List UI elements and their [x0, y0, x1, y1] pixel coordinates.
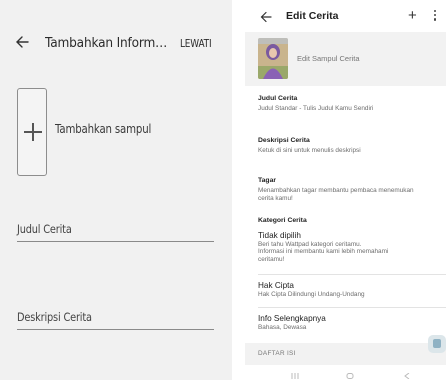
- edit-cover-row[interactable]: Edit Sampul Cerita: [245, 32, 446, 86]
- story-title-field[interactable]: Judul Cerita: [17, 212, 214, 242]
- story-title-value: Judul Standar - Tulis Judul Kamu Sendiri: [258, 105, 374, 112]
- recent-apps-icon[interactable]: [291, 373, 299, 379]
- plus-icon[interactable]: +: [408, 8, 417, 23]
- category-hint-line: Informasi ini membantu kami lebih memaha…: [258, 248, 389, 256]
- cover-thumbnail[interactable]: [258, 38, 288, 79]
- section-heading: Deskripsi Cerita: [258, 137, 310, 144]
- divider: [258, 307, 446, 308]
- edit-cover-label: Edit Sampul Cerita: [297, 54, 360, 63]
- copyright-row[interactable]: Hak Cipta Hak Cipta Dilindungi Undang-Un…: [258, 281, 446, 298]
- app-bar: Edit Cerita +: [245, 0, 446, 32]
- divider: [258, 274, 446, 275]
- skip-button[interactable]: LEWATI: [180, 38, 212, 50]
- arrow-left-icon[interactable]: [260, 11, 272, 23]
- tags-hint-line: Menambahkan tagar membantu pembaca menem…: [258, 187, 414, 194]
- table-of-contents-header[interactable]: DAFTAR ISI: [245, 343, 446, 365]
- story-title-section[interactable]: Judul Cerita Judul Standar - Tulis Judul…: [258, 95, 446, 113]
- home-icon[interactable]: [346, 373, 354, 379]
- add-cover-label: Tambahkan sampul: [55, 122, 152, 136]
- category-hint-line: Beri tahu Wattpad kategori ceritamu.: [258, 241, 362, 248]
- page-title: Edit Cerita: [286, 10, 339, 22]
- add-cover-button[interactable]: [17, 88, 47, 176]
- arrow-left-icon[interactable]: [15, 35, 29, 49]
- story-description-section[interactable]: Deskripsi Cerita Ketuk di sini untuk men…: [258, 137, 446, 155]
- edit-story-screen: Edit Cerita + Edit Sampul Cerita Judul C…: [245, 0, 446, 380]
- more-info-row[interactable]: Info Selengkapnya Bahasa, Dewasa: [258, 314, 446, 331]
- category-value: Tidak dipilih: [258, 231, 301, 240]
- category-section[interactable]: Kategori Cerita: [258, 217, 446, 224]
- copyright-value: Hak Cipta Dilindungi Undang-Undang: [258, 291, 365, 298]
- more-info-value: Bahasa, Dewasa: [258, 324, 307, 331]
- story-title-placeholder: Judul Cerita: [17, 222, 72, 236]
- create-story-screen: Tambahkan Informasi Ceri... LEWATI Tamba…: [0, 0, 232, 380]
- more-vertical-icon[interactable]: [433, 10, 439, 24]
- copyright-title: Hak Cipta: [258, 281, 294, 290]
- add-cover-row[interactable]: Tambahkan sampul: [0, 88, 232, 180]
- toc-label: DAFTAR ISI: [258, 350, 296, 357]
- story-description-placeholder: Deskripsi Cerita: [17, 310, 92, 324]
- tags-section[interactable]: Tagar Menambahkan tagar membantu pembaca…: [258, 177, 446, 203]
- category-selector[interactable]: Tidak dipilih Beri tahu Wattpad kategori…: [258, 231, 446, 263]
- more-info-title: Info Selengkapnya: [258, 314, 326, 323]
- page-title: Tambahkan Informasi Ceri...: [45, 35, 171, 51]
- app-bar: Tambahkan Informasi Ceri... LEWATI: [0, 0, 232, 88]
- system-nav-bar: [245, 366, 446, 380]
- back-icon[interactable]: [403, 373, 411, 379]
- story-description-field[interactable]: Deskripsi Cerita: [17, 300, 214, 330]
- tags-hint-line: cerita kamu!: [258, 195, 293, 202]
- story-description-value: Ketuk di sini untuk menulis deskripsi: [258, 147, 361, 154]
- section-heading: Kategori Cerita: [258, 217, 307, 224]
- section-heading: Judul Cerita: [258, 95, 298, 102]
- category-hint-line: ceritamu!: [258, 255, 285, 263]
- section-heading: Tagar: [258, 177, 277, 184]
- chat-icon[interactable]: [428, 335, 446, 353]
